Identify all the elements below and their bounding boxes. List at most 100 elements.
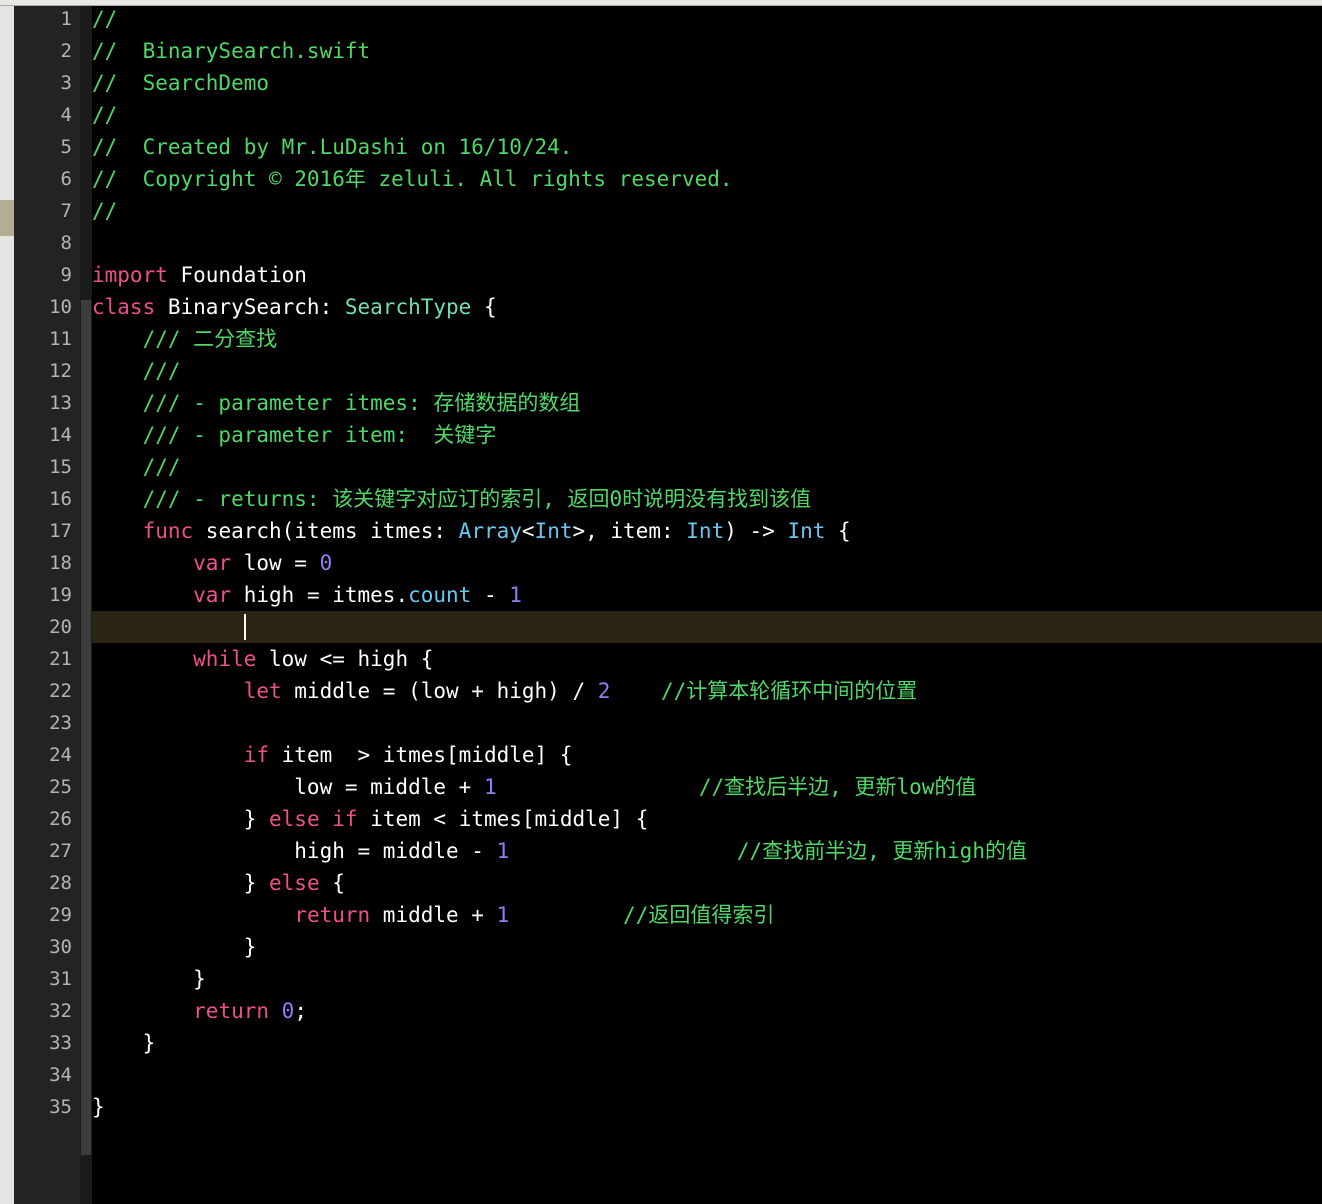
token-pl: ) -> (724, 519, 788, 543)
token-bi: Int (787, 519, 826, 543)
token-cmt: /// - parameter itmes: 存储数据的数组 (92, 391, 581, 415)
overview-ruler[interactable] (0, 0, 14, 1204)
code-line[interactable] (92, 227, 1322, 259)
code-line[interactable]: /// - parameter itmes: 存储数据的数组 (92, 387, 1322, 419)
line-number: 1 (60, 8, 72, 30)
token-cmt: //查找前半边, 更新high的值 (736, 839, 1027, 863)
code-line[interactable]: low = middle + 1 //查找后半边, 更新low的值 (92, 771, 1322, 803)
line-number: 20 (49, 616, 72, 638)
token-kw: var (193, 583, 232, 607)
code-line[interactable]: } else { (92, 867, 1322, 899)
scrollbar-thumb[interactable] (81, 300, 91, 1155)
token-kw: import (92, 263, 168, 287)
line-number: 16 (49, 488, 72, 510)
change-indicator-strip[interactable] (80, 0, 92, 1204)
token-pl: middle = (low + high) / (281, 679, 598, 703)
code-line[interactable]: var high = itmes.count - 1 (92, 579, 1322, 611)
token-pl: search(items itmes: (193, 519, 459, 543)
code-editor[interactable]: 1 2 3 4 5 6 7 8 9 10 11 12 13 14 15 16 17 18 19 20 21 22 23 24 2… (0, 0, 1322, 1204)
token-cmt: // Created by Mr.LuDashi on 16/10/24. (92, 135, 573, 159)
line-number: 28 (49, 872, 72, 894)
line-number: 7 (60, 200, 72, 222)
token-pl: BinarySearch: (155, 295, 345, 319)
token-pl: } (92, 1031, 156, 1055)
line-number-gutter[interactable]: 1 2 3 4 5 6 7 8 9 10 11 12 13 14 15 16 17 18 19 20 21 22 23 24 2… (14, 0, 80, 1204)
overview-ruler-marker[interactable] (0, 200, 14, 236)
token-cmt: // SearchDemo (92, 71, 270, 95)
code-line[interactable]: var low = 0 (92, 547, 1322, 579)
token-kw: if (243, 743, 270, 767)
code-line[interactable]: /// (92, 451, 1322, 483)
code-line[interactable]: /// (92, 355, 1322, 387)
code-line[interactable]: high = middle - 1 //查找前半边, 更新high的值 (92, 835, 1322, 867)
line-number: 12 (49, 360, 72, 382)
line-number: 3 (60, 72, 72, 94)
code-line[interactable] (92, 707, 1322, 739)
token-kw: return (294, 903, 371, 927)
code-line[interactable]: return middle + 1 //返回值得索引 (92, 899, 1322, 931)
code-line[interactable]: } (92, 1091, 1322, 1123)
code-line-current[interactable] (92, 611, 1322, 643)
code-line[interactable]: while low <= high { (92, 643, 1322, 675)
token-pl: } (92, 935, 257, 959)
token-pl: Foundation (167, 263, 307, 287)
code-line[interactable]: /// - returns: 该关键字对应订的索引, 返回0时说明没有找到该值 (92, 483, 1322, 515)
line-number: 17 (49, 520, 72, 542)
code-line[interactable]: class BinarySearch: SearchType { (92, 291, 1322, 323)
token-cmt: /// 二分查找 (92, 327, 278, 351)
line-number: 9 (60, 264, 72, 286)
token-pl: low = middle + (92, 775, 484, 799)
code-line[interactable]: // (92, 3, 1322, 35)
token-num: 1 (496, 839, 510, 863)
code-line[interactable]: } else if item < itmes[middle] { (92, 803, 1322, 835)
line-number: 8 (60, 232, 72, 254)
code-line[interactable]: import Foundation (92, 259, 1322, 291)
line-number: 24 (49, 744, 72, 766)
code-line[interactable]: // (92, 99, 1322, 131)
code-line[interactable]: } (92, 931, 1322, 963)
line-number: 10 (49, 296, 72, 318)
token-pl: item < itmes[middle] { (357, 807, 649, 831)
code-line[interactable]: /// - parameter item: 关键字 (92, 419, 1322, 451)
token-cmt: // (92, 199, 118, 223)
code-line[interactable]: return 0; (92, 995, 1322, 1027)
token-kw: else (269, 871, 320, 895)
code-line[interactable]: /// 二分查找 (92, 323, 1322, 355)
token-kw: func (142, 519, 194, 543)
code-line[interactable]: } (92, 963, 1322, 995)
token-pl: } (92, 967, 206, 991)
token-pl: { (471, 295, 497, 319)
line-number: 25 (49, 776, 72, 798)
code-line[interactable]: } (92, 1027, 1322, 1059)
code-line[interactable]: // Copyright © 2016年 zeluli. All rights … (92, 163, 1322, 195)
code-line[interactable]: // Created by Mr.LuDashi on 16/10/24. (92, 131, 1322, 163)
token-cmt: /// (92, 359, 181, 383)
token-kw: class (92, 295, 156, 319)
token-cmt: /// - parameter item: 关键字 (92, 423, 497, 447)
line-number: 34 (49, 1064, 72, 1086)
code-content-area[interactable]: //// BinarySearch.swift// SearchDemo////… (92, 0, 1322, 1204)
token-type: SearchType (344, 295, 472, 319)
token-bi: Int (686, 519, 725, 543)
code-line[interactable]: let middle = (low + high) / 2 //计算本轮循环中间… (92, 675, 1322, 707)
code-line[interactable]: func search(items itmes: Array<Int>, ite… (92, 515, 1322, 547)
line-number: 11 (49, 328, 72, 350)
code-line[interactable]: // (92, 195, 1322, 227)
token-kw: else (269, 807, 320, 831)
code-line[interactable]: if item > itmes[middle] { (92, 739, 1322, 771)
line-number: 13 (49, 392, 72, 414)
token-pl: ; (294, 999, 307, 1023)
code-line[interactable]: // BinarySearch.swift (92, 35, 1322, 67)
line-number: 6 (60, 168, 72, 190)
text-caret (243, 614, 246, 640)
token-num: 1 (509, 583, 522, 607)
code-line[interactable]: // SearchDemo (92, 67, 1322, 99)
code-line[interactable] (92, 1059, 1322, 1091)
